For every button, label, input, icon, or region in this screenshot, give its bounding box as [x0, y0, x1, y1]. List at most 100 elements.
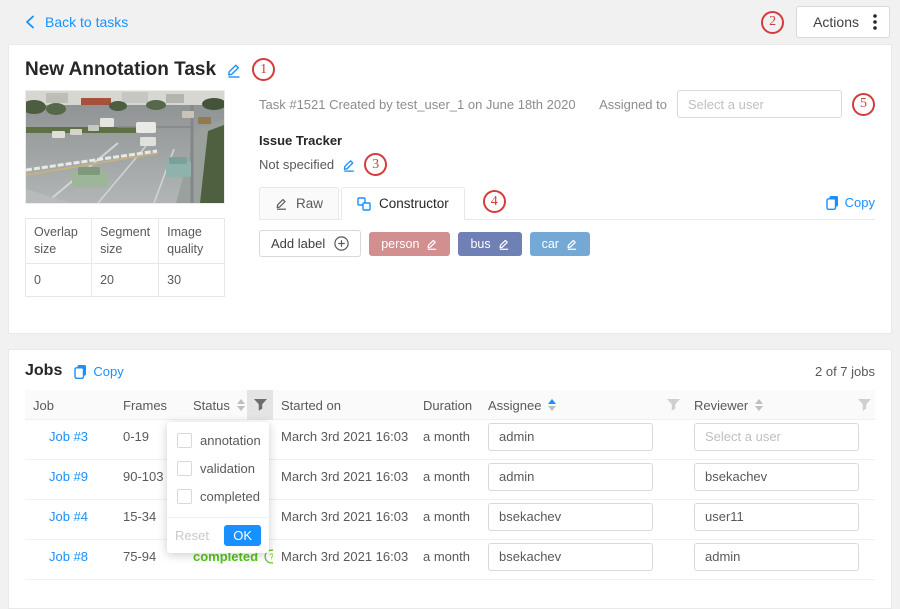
actions-button[interactable]: Actions — [796, 6, 890, 38]
label-chip-car[interactable]: car — [530, 232, 590, 256]
filter-option-annotation[interactable]: annotation — [167, 433, 269, 448]
add-label-text: Add label — [271, 236, 325, 251]
labels-copy-label: Copy — [845, 195, 875, 210]
jobs-title: Jobs — [25, 362, 62, 380]
table-row: Job #8 75-94 completed ? March 3rd 2021 … — [25, 540, 875, 580]
task-meta-text: Task #1521 Created by test_user_1 on Jun… — [259, 97, 576, 112]
annotation-circle-4: 4 — [483, 190, 506, 213]
checkbox-icon[interactable] — [177, 461, 192, 476]
reviewer-filter-button[interactable] — [852, 390, 877, 420]
add-label-button[interactable]: Add label — [259, 230, 361, 257]
job-started: March 3rd 2021 16:03 — [273, 469, 415, 484]
column-duration: Duration — [415, 398, 480, 413]
column-status[interactable]: Status — [185, 398, 247, 413]
job-duration: a month — [415, 469, 480, 484]
job-link[interactable]: Job #9 — [25, 469, 115, 484]
edit-title-icon[interactable] — [226, 62, 242, 78]
column-job: Job — [25, 398, 115, 413]
param-value-segment: 20 — [92, 263, 159, 296]
label-bus-name: bus — [470, 237, 490, 251]
filter-option-completed[interactable]: completed — [167, 489, 269, 504]
label-car-name: car — [542, 237, 559, 251]
task-title: New Annotation Task — [25, 59, 216, 81]
sort-caret-status-icon[interactable] — [237, 399, 245, 411]
plus-circle-icon — [334, 236, 349, 251]
job-assignee-input[interactable] — [488, 543, 653, 571]
assignee-filter-button[interactable] — [660, 390, 686, 420]
job-duration: a month — [415, 549, 480, 564]
param-value-overlap: 0 — [26, 263, 92, 296]
label-chip-bus[interactable]: bus — [458, 232, 521, 256]
param-value-quality: 30 — [159, 263, 225, 296]
jobs-table-header: Job Frames Status Started on Duration As… — [25, 390, 875, 420]
back-chevron-icon — [24, 15, 36, 29]
job-reviewer-input[interactable] — [694, 423, 859, 451]
task-assignee-input[interactable] — [677, 90, 842, 118]
column-reviewer[interactable]: Reviewer — [686, 398, 852, 413]
label-person-name: person — [381, 237, 419, 251]
status-filter-button[interactable] — [247, 390, 273, 420]
tab-constructor-label: Constructor — [379, 196, 449, 211]
job-link[interactable]: Job #4 — [25, 509, 115, 524]
job-reviewer-input[interactable] — [694, 463, 859, 491]
top-bar: Back to tasks 2 Actions — [0, 0, 900, 44]
jobs-copy-button[interactable]: Copy — [74, 364, 123, 379]
actions-label: Actions — [813, 14, 859, 30]
filter-funnel-icon — [254, 399, 267, 411]
filter-option-validation[interactable]: validation — [167, 461, 269, 476]
table-row: Job #3 0-19 March 3rd 2021 16:03 a month — [25, 420, 875, 460]
labels-tab-bar: Raw Constructor 4 Copy — [259, 187, 875, 220]
jobs-card: Jobs Copy 2 of 7 jobs Job Frames Status … — [8, 349, 892, 609]
annotation-circle-5: 5 — [852, 93, 875, 116]
annotation-circle-2: 2 — [761, 11, 784, 34]
table-row: Job #9 90-103 March 3rd 2021 16:03 a mon… — [25, 460, 875, 500]
job-link[interactable]: Job #8 — [25, 549, 115, 564]
filter-ok-button[interactable]: OK — [224, 525, 261, 546]
tab-raw[interactable]: Raw — [259, 187, 339, 219]
jobs-count: 2 of 7 jobs — [815, 364, 875, 379]
job-assignee-input[interactable] — [488, 463, 653, 491]
filter-reset-button[interactable]: Reset — [175, 528, 209, 543]
param-header-segment: Segment size — [92, 219, 159, 264]
annotation-circle-1: 1 — [252, 58, 275, 81]
job-duration: a month — [415, 509, 480, 524]
sort-caret-assignee-icon[interactable] — [548, 399, 556, 411]
column-assignee[interactable]: Assignee — [480, 398, 660, 413]
annotation-circle-3: 3 — [364, 153, 387, 176]
jobs-table: Job Frames Status Started on Duration As… — [25, 390, 875, 580]
job-reviewer-input[interactable] — [694, 503, 859, 531]
label-constructor-area: Add label person bus — [259, 220, 875, 257]
copy-icon — [74, 364, 87, 379]
job-reviewer-input[interactable] — [694, 543, 859, 571]
tab-raw-label: Raw — [296, 196, 323, 211]
tab-constructor[interactable]: Constructor — [341, 187, 465, 220]
table-row: Job #4 15-34 March 3rd 2021 16:03 a mont… — [25, 500, 875, 540]
job-assignee-input[interactable] — [488, 503, 653, 531]
task-parameters-table: Overlap size Segment size Image quality … — [25, 218, 225, 297]
issue-tracker-value: Not specified — [259, 157, 334, 172]
param-header-quality: Image quality — [159, 219, 225, 264]
label-chip-person[interactable]: person — [369, 232, 450, 256]
column-frames: Frames — [115, 398, 185, 413]
job-started: March 3rd 2021 16:03 — [273, 429, 415, 444]
job-assignee-input[interactable] — [488, 423, 653, 451]
back-to-tasks-link[interactable]: Back to tasks — [24, 14, 128, 30]
job-started: March 3rd 2021 16:03 — [273, 509, 415, 524]
edit-issue-tracker-icon[interactable] — [342, 158, 356, 172]
job-link[interactable]: Job #3 — [25, 429, 115, 444]
labels-copy-button[interactable]: Copy — [826, 195, 875, 210]
task-preview-image — [25, 90, 225, 204]
job-started: March 3rd 2021 16:03 — [273, 549, 415, 564]
edit-label-icon[interactable] — [566, 238, 578, 250]
status-filter-dropdown: annotation validation completed Reset OK — [167, 422, 269, 553]
edit-label-icon[interactable] — [426, 238, 438, 250]
task-overview-card: New Annotation Task 1 — [8, 44, 892, 334]
job-duration: a month — [415, 429, 480, 444]
checkbox-icon[interactable] — [177, 433, 192, 448]
edit-raw-icon — [275, 197, 288, 210]
checkbox-icon[interactable] — [177, 489, 192, 504]
sort-caret-reviewer-icon[interactable] — [755, 399, 763, 411]
edit-label-icon[interactable] — [498, 238, 510, 250]
filter-funnel-icon — [667, 399, 680, 411]
param-header-overlap: Overlap size — [26, 219, 92, 264]
